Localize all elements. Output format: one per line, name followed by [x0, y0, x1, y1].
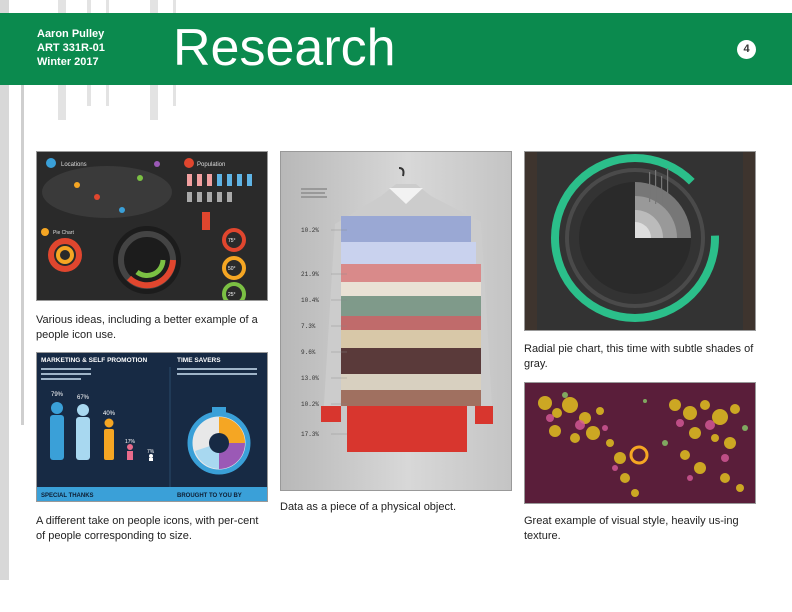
decorative-bar: [0, 0, 9, 580]
stat-4: 7.3%: [301, 323, 316, 330]
person-icon-lightblue: [76, 404, 90, 460]
marketing-heading: MARKETING & SELF PROMOTION: [41, 357, 147, 364]
stat-7: 10.2%: [301, 401, 319, 408]
percent-67: 67%: [77, 395, 90, 401]
caption-bubble-map: Great example of visual style, heavily u…: [524, 515, 739, 542]
stat-3: 10.4%: [301, 297, 319, 304]
course-code: ART 331R-01: [37, 42, 105, 54]
infographic-drawing: Locations Population Pie Chart 75° 50° 2…: [41, 158, 252, 300]
special-thanks-label: SPECIAL THANKS: [41, 493, 94, 499]
radial-pie-drawing: [525, 152, 755, 330]
caption-radial-pie: Radial pie chart, this time with subtle …: [524, 343, 754, 370]
brought-to-you-label: BROUGHT TO YOU BY: [177, 493, 242, 499]
header-banner: Aaron Pulley ART 331R-01 Winter 2017 Res…: [0, 13, 792, 85]
percent-40: 40%: [103, 411, 116, 417]
bubble-map-thumbnail: [524, 382, 756, 504]
percent-c: 25°: [228, 292, 236, 298]
marketing-thumbnail: MARKETING & SELF PROMOTION TIME SAVERS 7…: [36, 352, 268, 502]
stat-1: 10.2%: [301, 227, 319, 234]
stat-6: 13.0%: [301, 375, 319, 382]
marketing-drawing: MARKETING & SELF PROMOTION TIME SAVERS 7…: [37, 357, 267, 501]
bubble-map-drawing: [538, 392, 748, 497]
page-title: Research: [173, 19, 396, 77]
author-block: Aaron Pulley ART 331R-01 Winter 2017: [37, 27, 105, 69]
stat-2: 21.9%: [301, 271, 319, 278]
shirt-drawing: 10.2% 21.9% 10.4% 7.3% 9.6% 13.0% 10.2% …: [301, 167, 493, 452]
percent-b: 50°: [228, 266, 236, 272]
person-icon-pink: [127, 444, 133, 460]
stat-5: 9.6%: [301, 349, 316, 356]
person-icon-blue: [50, 402, 64, 460]
person-icon-white: [149, 454, 153, 461]
radial-pie-thumbnail: [524, 151, 756, 331]
decorative-bar: [21, 85, 24, 425]
percent-79: 79%: [51, 392, 64, 398]
term: Winter 2017: [37, 56, 99, 68]
stat-8: 17.3%: [301, 431, 319, 438]
person-icon-orange: [104, 418, 114, 460]
shirt-photo: 10.2% 21.9% 10.4% 7.3% 9.6% 13.0% 10.2% …: [280, 151, 512, 491]
caption-shirt: Data as a piece of a physical object.: [280, 501, 457, 513]
author-name: Aaron Pulley: [37, 28, 105, 40]
pie-chart-label: Pie Chart: [53, 230, 74, 236]
caption-marketing: A different take on people icons, with p…: [36, 515, 259, 542]
infographic-thumbnail: Locations Population Pie Chart 75° 50° 2…: [36, 151, 268, 301]
locations-label: Locations: [61, 162, 87, 168]
time-savers-heading: TIME SAVERS: [177, 357, 221, 364]
population-label: Population: [197, 162, 225, 168]
percent-a: 75°: [228, 238, 236, 244]
caption-infographic: Various ideas, including a better exampl…: [36, 314, 258, 341]
page-number-badge: 4: [737, 40, 756, 59]
